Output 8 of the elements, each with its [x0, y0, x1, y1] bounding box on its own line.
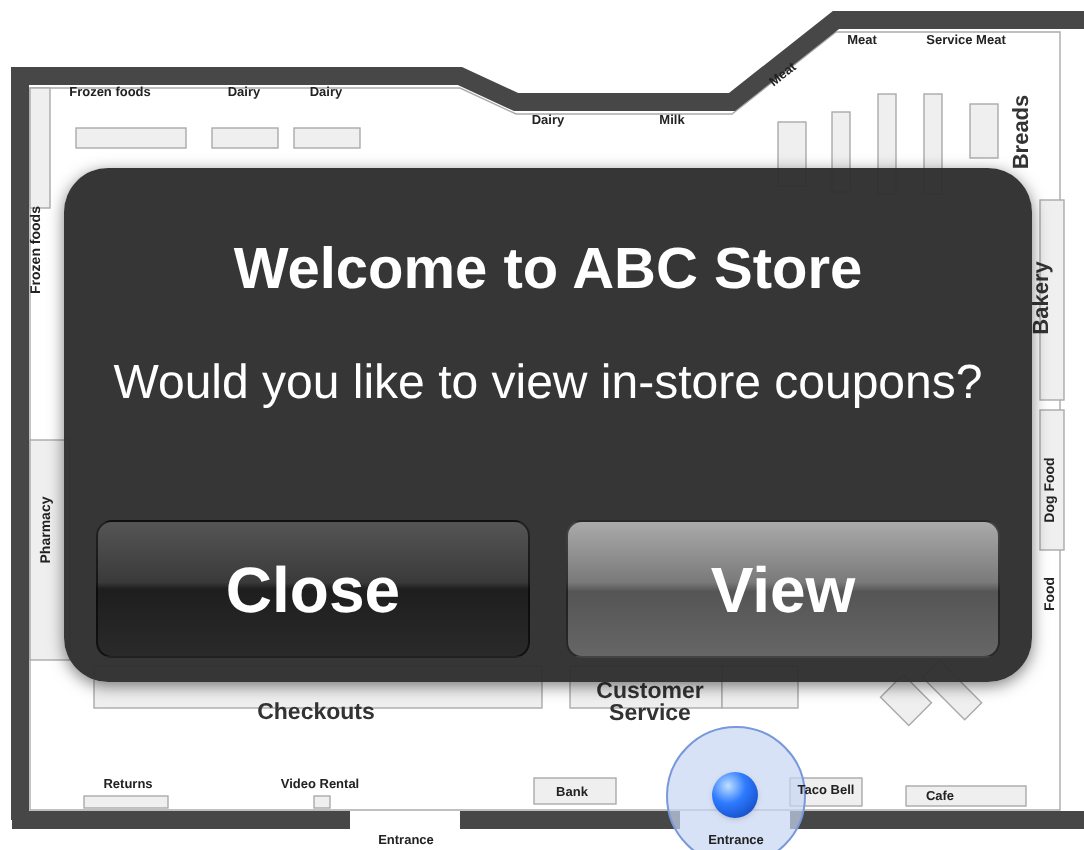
map-label: Bakery: [1030, 261, 1054, 335]
alert-message: Would you like to view in-store coupons?: [113, 356, 983, 412]
close-button[interactable]: Close: [96, 520, 530, 658]
map-label: Checkouts: [255, 703, 377, 725]
alert-title: Welcome to ABC Store: [233, 236, 863, 304]
map-label: Breads: [1010, 94, 1034, 170]
map-label: Customer Service: [594, 682, 706, 726]
view-button[interactable]: View: [566, 520, 1000, 658]
